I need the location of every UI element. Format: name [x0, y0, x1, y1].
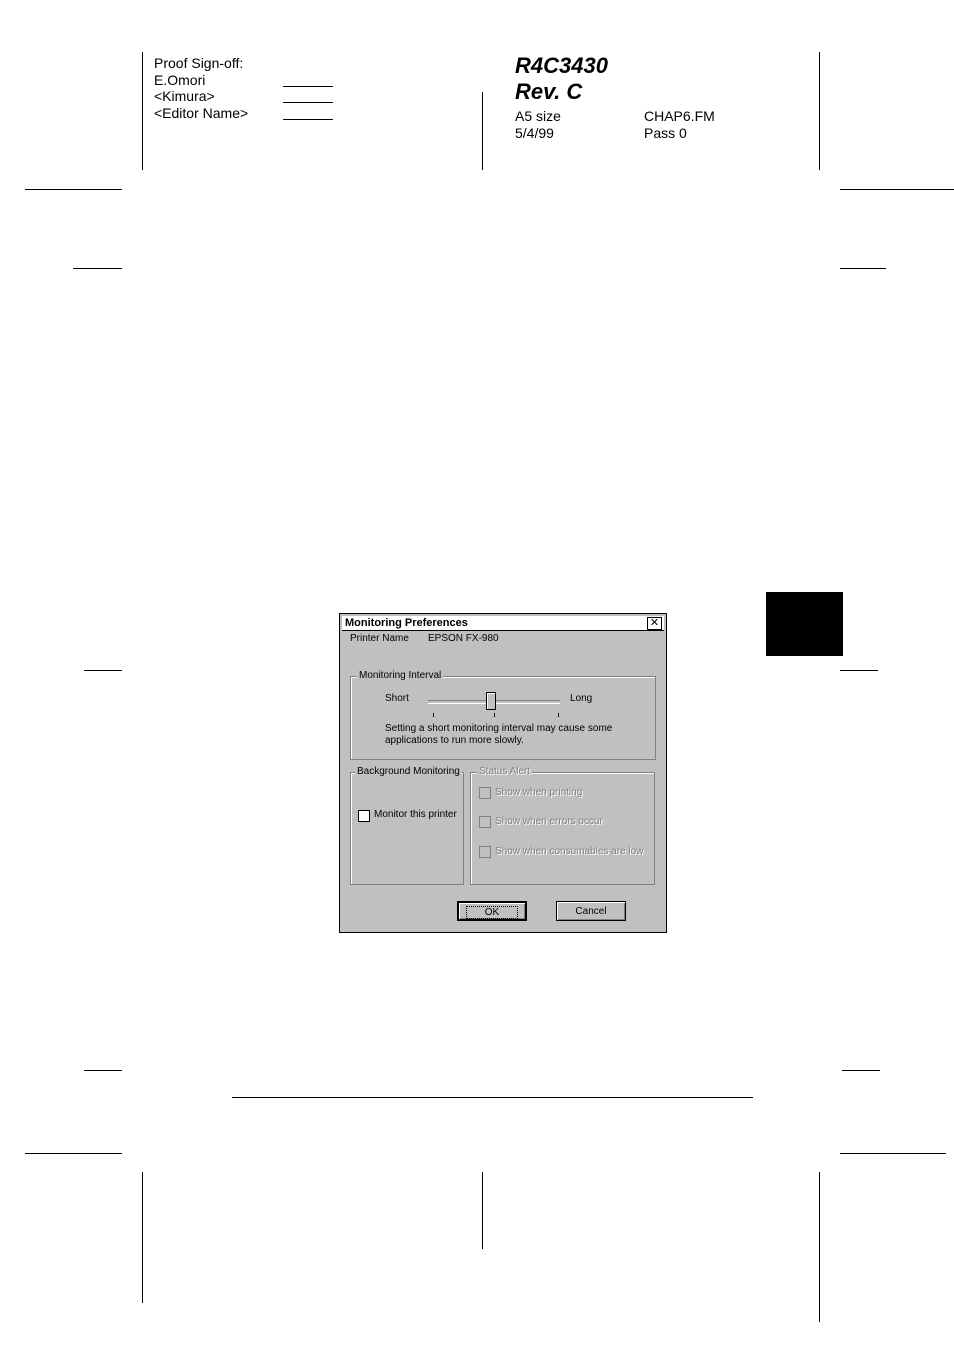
crop-mark [840, 268, 886, 269]
signoff-name: E.Omori [154, 72, 206, 88]
show-printing-checkbox[interactable] [479, 787, 491, 799]
ok-button[interactable]: OK [457, 901, 527, 921]
crop-mark [842, 1070, 880, 1071]
crop-mark [84, 670, 122, 671]
cancel-button[interactable]: Cancel [556, 901, 626, 921]
crop-mark [840, 670, 878, 671]
slider-tick [433, 713, 434, 717]
signoff-blank [283, 86, 333, 87]
crop-mark [25, 1153, 122, 1154]
crop-mark [819, 52, 820, 170]
show-errors-label: Show when errors occur [495, 816, 603, 827]
monitor-printer-checkbox[interactable] [358, 810, 370, 822]
long-label: Long [570, 693, 593, 704]
crop-mark [25, 189, 122, 190]
slider-tick [558, 713, 559, 717]
close-icon[interactable]: ✕ [647, 617, 662, 630]
file-name: CHAP6.FM [644, 108, 715, 124]
slider-tick [494, 713, 495, 717]
show-consumables-checkbox[interactable] [479, 846, 491, 858]
signoff-name: <Editor Name> [154, 105, 249, 121]
signoff-title: Proof Sign-off: [154, 55, 244, 71]
signoff-blank [283, 119, 333, 120]
monitoring-interval-group: Monitoring Interval [350, 670, 656, 760]
crop-mark [142, 52, 143, 170]
status-alert-title: Status Alert [477, 766, 533, 777]
chapter-tab [766, 592, 843, 656]
background-monitoring-title: Background Monitoring [355, 766, 462, 777]
dialog-title: Monitoring Preferences [345, 617, 468, 629]
printer-name-value: EPSON FX-980 [428, 633, 499, 644]
short-label: Short [385, 693, 409, 704]
dialog-title-bar[interactable]: Monitoring Preferences ✕ [342, 616, 664, 631]
background-monitoring-group: Background Monitoring [350, 766, 464, 885]
doc-date: 5/4/99 [515, 125, 554, 141]
show-errors-checkbox[interactable] [479, 816, 491, 828]
crop-mark [142, 1172, 143, 1303]
crop-mark [819, 1172, 820, 1322]
revision: Rev. C [515, 79, 583, 104]
signoff-blank [283, 102, 333, 103]
interval-note-line2: applications to run more slowly. [385, 735, 524, 746]
monitor-printer-label: Monitor this printer [374, 809, 457, 820]
show-printing-label: Show when printing [495, 787, 583, 798]
pass-number: Pass 0 [644, 125, 687, 141]
crop-mark [84, 1070, 122, 1071]
footer-rule [232, 1097, 753, 1098]
crop-mark [73, 268, 122, 269]
signoff-name: <Kimura> [154, 88, 215, 104]
doc-code: R4C3430 [515, 53, 608, 78]
slider-thumb[interactable] [486, 692, 497, 710]
show-consumables-label: Show when consumables are low [495, 846, 644, 857]
paper-size: A5 size [515, 108, 561, 124]
monitoring-preferences-dialog: Monitoring Preferences ✕ Printer Name EP… [339, 613, 667, 933]
crop-mark [482, 92, 483, 170]
crop-mark [840, 1153, 946, 1154]
crop-mark [482, 1172, 483, 1249]
ok-button-label: OK [465, 906, 519, 919]
crop-mark [840, 189, 954, 190]
interval-note-line1: Setting a short monitoring interval may … [385, 723, 613, 734]
monitoring-interval-title: Monitoring Interval [357, 670, 444, 681]
printer-name-label: Printer Name [350, 633, 409, 644]
